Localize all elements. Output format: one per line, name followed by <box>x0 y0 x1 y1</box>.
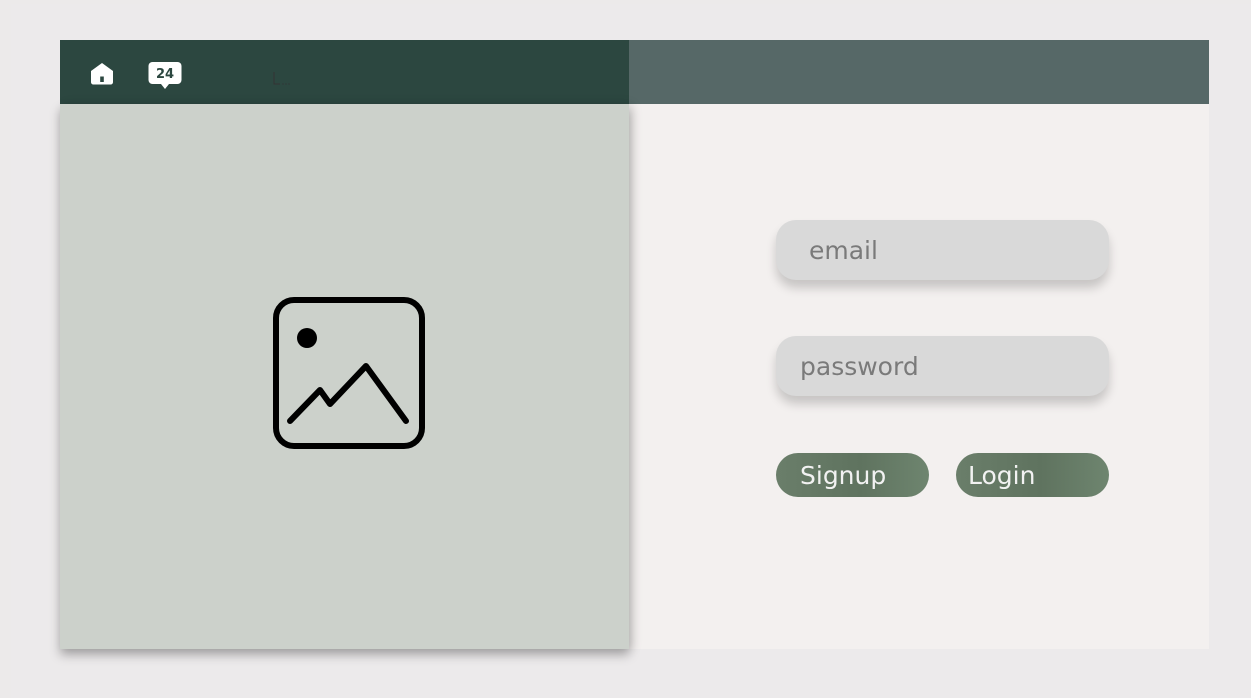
signup-button[interactable]: Signup <box>776 453 929 497</box>
login-button[interactable]: Login <box>956 453 1109 497</box>
login-label: Login <box>968 460 1036 490</box>
calendar-day-text: 24 <box>156 67 174 82</box>
email-field[interactable] <box>776 220 1109 280</box>
home-icon[interactable] <box>88 60 116 86</box>
calendar-icon[interactable]: 24 <box>147 60 183 90</box>
image-placeholder-icon <box>273 297 425 449</box>
signup-label: Signup <box>800 460 887 490</box>
password-field[interactable] <box>776 336 1109 396</box>
top-bar-right <box>629 40 1209 104</box>
cursor-mark <box>273 72 290 85</box>
top-bar-left: 24 <box>60 40 629 111</box>
